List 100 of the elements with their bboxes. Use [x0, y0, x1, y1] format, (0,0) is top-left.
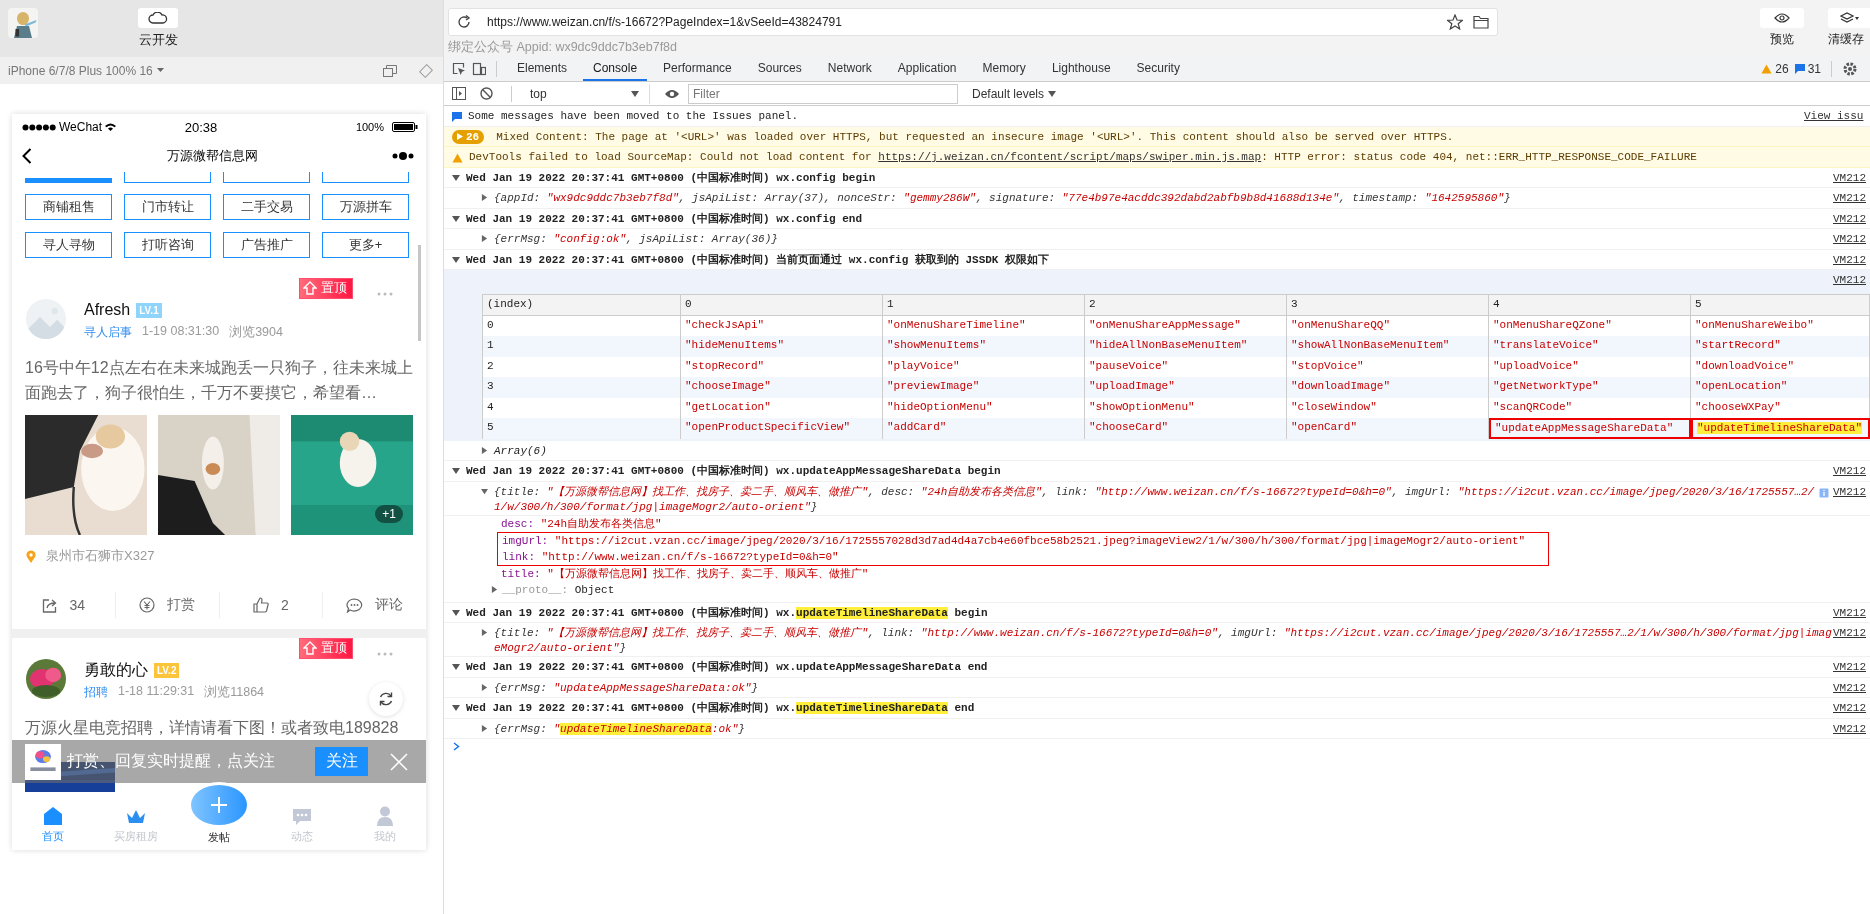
expand-arrow-icon[interactable]	[452, 255, 460, 264]
category-button[interactable]: 广告推广	[223, 232, 310, 258]
table-cell: "hideAllNonBaseMenuItem"	[1085, 336, 1287, 357]
window-icon[interactable]	[383, 64, 397, 77]
view-issues-link[interactable]: View issu	[1804, 109, 1870, 124]
context-selector[interactable]: top	[530, 83, 650, 104]
source-link[interactable]: VM212	[1833, 721, 1870, 737]
star-icon[interactable]	[1447, 14, 1463, 30]
category-button[interactable]: 门市转让	[124, 194, 211, 220]
expand-arrow-icon[interactable]	[481, 446, 488, 454]
message-counter[interactable]: 31	[1794, 62, 1821, 76]
inspect-icon[interactable]	[452, 62, 466, 76]
column-header[interactable]: 4	[1489, 295, 1691, 316]
expand-arrow-icon[interactable]	[452, 214, 460, 223]
category-button[interactable]	[223, 172, 310, 183]
source-map-link[interactable]: https://j.weizan.cn/fcontent/script/maps/swiper.min.js.map	[878, 151, 1262, 163]
author-name: Afresh	[84, 301, 131, 319]
category-button[interactable]: 万源拼车	[322, 194, 409, 220]
expand-arrow-icon[interactable]	[452, 173, 460, 182]
column-header[interactable]: (index)	[483, 295, 681, 316]
action-button[interactable]: 打赏	[114, 592, 219, 618]
source-link[interactable]: VM212	[1833, 701, 1870, 716]
devtools-tab[interactable]: Application	[887, 57, 967, 81]
column-header[interactable]: 5	[1691, 295, 1870, 316]
source-link[interactable]: VM212	[1833, 211, 1870, 227]
category-button[interactable]: 商铺租售	[25, 194, 112, 220]
address-bar[interactable]: https://www.weizan.cn/f/s-16672?PageIndex=1&vSeeId=43824791	[448, 8, 1498, 36]
column-header[interactable]: 1	[883, 295, 1085, 316]
expand-arrow-icon[interactable]	[491, 586, 498, 593]
sidebar-icon[interactable]	[452, 87, 466, 100]
source-link[interactable]: VM212	[1833, 232, 1870, 247]
expand-arrow-icon[interactable]	[481, 629, 488, 636]
category-button[interactable]: 打听咨询	[124, 232, 211, 258]
expand-arrow-icon[interactable]	[481, 683, 488, 691]
devtools-tab[interactable]: Network	[817, 57, 882, 81]
table-cell: "hideMenuItems"	[681, 336, 883, 357]
category-button[interactable]: 二手交易	[223, 194, 310, 220]
reload-icon[interactable]	[457, 15, 471, 29]
device-selector[interactable]: iPhone 6/7/8 Plus 100% 16	[8, 63, 164, 78]
prompt-icon[interactable]	[453, 742, 460, 751]
device-icon[interactable]	[472, 62, 486, 76]
warning-message: Mixed Content: The page at '<URL>' was loaded over HTTPS, but requested an insecure image '<URL>'. This content should also be served over HTTPS.	[496, 129, 1455, 145]
object-preview: {title: "【万源微帮信息网】找工作、找房子、卖二手、顺风车、做推广", link: "http://www.weizan.cn/f/s-16672?typeId=0&h=0", imgUrl: "https://i2cut.vzan.cc/image/jpeg/2020/3/16/1725557…2/1/w/300/h/300/format/jpg|imageMogr2/auto-orient"}	[494, 626, 1833, 656]
source-link[interactable]: VM212	[1833, 605, 1870, 621]
expand-arrow-icon[interactable]	[452, 704, 460, 712]
settings-icon[interactable]	[1842, 61, 1858, 77]
back-icon[interactable]	[22, 148, 32, 164]
home-icon	[43, 806, 64, 826]
warning-counter[interactable]: 26	[1761, 62, 1789, 76]
source-link[interactable]: VM212	[1833, 191, 1870, 206]
column-header[interactable]: 2	[1085, 295, 1287, 316]
clear-cache-button[interactable]: 清缓存	[1828, 8, 1870, 57]
category-button[interactable]: 更多+	[322, 232, 409, 258]
source-link[interactable]: VM212	[1833, 484, 1870, 500]
action-button[interactable]: 评论	[322, 592, 426, 618]
expand-arrow-icon[interactable]	[481, 487, 488, 495]
scrollbar[interactable]	[418, 245, 421, 341]
devtools-tab[interactable]: Sources	[747, 57, 812, 81]
log-levels-dropdown[interactable]: Default levels	[972, 86, 1057, 101]
devtools-tab[interactable]: Security	[1126, 57, 1190, 81]
source-link[interactable]: VM212	[1833, 464, 1870, 479]
source-link[interactable]: VM212	[1833, 252, 1870, 268]
expand-arrow-icon[interactable]	[481, 194, 488, 201]
table-cell: 5	[483, 418, 681, 439]
devtools-tab[interactable]: Memory	[972, 57, 1036, 81]
tab-bar-item[interactable]: 发帖	[177, 831, 261, 850]
cloud-dev-button[interactable]: 云开发	[138, 8, 178, 49]
post-category[interactable]: 招聘	[84, 684, 108, 701]
column-header[interactable]: 3	[1287, 295, 1489, 316]
devtools-tab[interactable]: Performance	[653, 57, 742, 81]
column-header[interactable]: 0	[681, 295, 883, 316]
table-cell: "getNetworkType"	[1489, 377, 1691, 398]
devtools-tab[interactable]: Lighthouse	[1041, 57, 1121, 81]
expand-arrow-icon[interactable]	[481, 724, 488, 732]
action-button[interactable]: 2	[218, 592, 323, 618]
category-button[interactable]	[322, 172, 409, 183]
expand-arrow-icon[interactable]	[452, 467, 460, 475]
source-link[interactable]: VM212	[1833, 660, 1870, 675]
eye-icon[interactable]	[664, 88, 680, 99]
expand-arrow-icon[interactable]	[452, 608, 460, 617]
preview-button[interactable]: 预览	[1756, 8, 1808, 57]
source-link[interactable]: VM212	[1833, 626, 1870, 641]
expand-arrow-icon[interactable]	[452, 663, 460, 671]
refresh-button[interactable]	[369, 682, 403, 716]
post-category[interactable]: 寻人启事	[84, 324, 132, 341]
source-link[interactable]: VM212	[1833, 170, 1870, 186]
devtools-tab[interactable]: Elements	[507, 57, 578, 81]
filter-field[interactable]: Filter	[688, 83, 958, 104]
devtools-tab[interactable]: Console	[583, 57, 648, 81]
more-icon[interactable]	[392, 151, 414, 161]
source-link[interactable]: VM212	[1833, 273, 1870, 290]
category-button[interactable]: 寻人寻物	[25, 232, 112, 258]
action-button[interactable]: 34	[12, 592, 115, 618]
expand-arrow-icon[interactable]	[481, 235, 488, 242]
page-title: 万源微帮信息网	[165, 147, 259, 165]
source-link[interactable]: VM212	[1833, 680, 1870, 696]
folder-icon[interactable]	[1473, 15, 1489, 29]
category-button[interactable]	[124, 172, 211, 183]
clear-icon[interactable]	[480, 87, 493, 100]
object-preview: {errMsg: "updateAppMessageShareData:ok"}	[494, 680, 760, 696]
